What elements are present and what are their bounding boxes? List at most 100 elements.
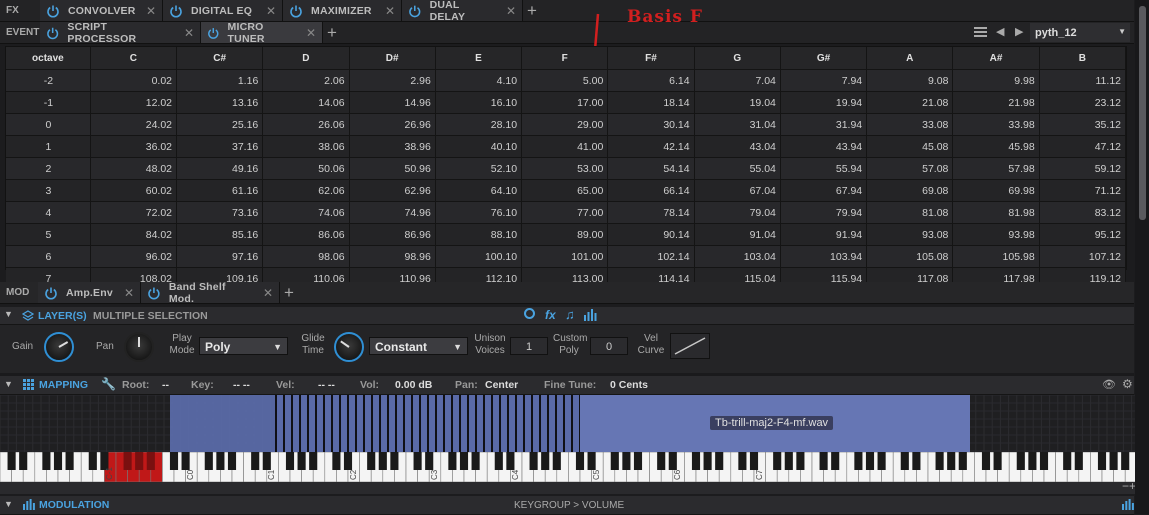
black-key[interactable] (912, 452, 921, 470)
tuning-cell[interactable]: 74.96 (349, 201, 436, 224)
black-key[interactable] (784, 452, 793, 470)
black-key[interactable] (691, 452, 701, 470)
tuning-cell[interactable]: 74.06 (262, 201, 350, 224)
black-key[interactable] (378, 452, 387, 470)
tuning-cell[interactable]: 79.94 (780, 201, 868, 224)
tuning-cell[interactable]: 41.00 (521, 135, 609, 158)
black-key[interactable] (1074, 452, 1083, 470)
black-key[interactable] (1016, 452, 1025, 470)
tuning-cell[interactable]: 54.14 (607, 157, 695, 180)
tuning-cell[interactable]: 14.96 (349, 91, 436, 114)
target-icon[interactable] (524, 308, 535, 319)
close-icon[interactable]: ✕ (263, 286, 273, 300)
black-key[interactable] (958, 452, 967, 470)
black-key[interactable] (1097, 452, 1107, 470)
tuning-cell[interactable]: 33.08 (866, 113, 954, 136)
hamburger-icon[interactable] (974, 26, 987, 38)
black-key[interactable] (204, 452, 213, 470)
black-key[interactable] (575, 452, 585, 470)
black-key[interactable] (738, 452, 747, 470)
black-key[interactable] (610, 452, 619, 470)
close-icon[interactable]: ✕ (184, 26, 194, 40)
tab-dual-delay[interactable]: DUAL DELAY ✕ (402, 0, 523, 23)
tuning-cell[interactable]: 49.16 (176, 157, 264, 180)
wrench-icon[interactable]: 🔧 (101, 377, 116, 391)
black-key[interactable] (633, 452, 643, 470)
tuning-cell[interactable]: 35.12 (1039, 113, 1127, 136)
tuning-cell[interactable]: 36.02 (90, 135, 178, 158)
black-key[interactable] (1063, 452, 1072, 470)
tuning-cell[interactable]: 31.94 (780, 113, 868, 136)
black-key[interactable] (854, 452, 863, 470)
tuning-cell[interactable]: 25.16 (176, 113, 264, 136)
collapse-icon[interactable]: ▼ (4, 379, 13, 389)
power-icon[interactable] (289, 4, 303, 18)
bars-icon[interactable] (1122, 499, 1134, 510)
tuning-cell[interactable]: 11.12 (1039, 69, 1127, 92)
add-event-button[interactable]: + (327, 22, 337, 43)
tuning-cell[interactable]: 81.98 (952, 201, 1040, 224)
tuning-cell[interactable]: 55.94 (780, 157, 868, 180)
tuning-cell[interactable]: 100.10 (435, 245, 523, 268)
preset-selector[interactable]: pyth_12 ▼ (1030, 23, 1130, 42)
add-fx-button[interactable]: + (527, 0, 537, 21)
vol-value[interactable]: 0.00 dB (395, 379, 432, 391)
tab-band-shelf-mod[interactable]: Band Shelf Mod. ✕ (141, 281, 280, 305)
tuning-cell[interactable]: 91.04 (694, 223, 781, 246)
black-key[interactable] (471, 452, 480, 470)
tuning-cell[interactable]: 28.10 (435, 113, 523, 136)
close-icon[interactable]: ✕ (385, 4, 395, 18)
play-mode-dropdown[interactable]: Poly ▼ (199, 337, 288, 355)
black-key[interactable] (448, 452, 457, 470)
black-key[interactable] (657, 452, 666, 470)
black-key[interactable] (703, 452, 712, 470)
black-key[interactable] (981, 452, 991, 470)
black-key[interactable] (7, 452, 16, 470)
tuning-cell[interactable]: 18.14 (607, 91, 695, 114)
black-key[interactable] (715, 452, 724, 470)
finetune-value[interactable]: 0 Cents (610, 379, 648, 391)
tuning-cell[interactable]: 55.04 (694, 157, 781, 180)
tuning-cell[interactable]: 19.94 (780, 91, 868, 114)
black-key[interactable] (88, 452, 97, 470)
black-key[interactable] (459, 452, 469, 470)
tuning-cell[interactable]: 105.08 (866, 245, 954, 268)
black-key[interactable] (227, 452, 237, 470)
tab-script-processor[interactable]: SCRIPT PROCESSOR ✕ (40, 21, 201, 45)
custom-poly-field[interactable]: 0 (590, 337, 628, 355)
tuning-cell[interactable]: 101.00 (521, 245, 609, 268)
tuning-cell[interactable]: 81.08 (866, 201, 954, 224)
black-key[interactable] (831, 452, 840, 470)
tuning-cell[interactable]: 4.10 (435, 69, 523, 92)
tuning-cell[interactable]: 86.96 (349, 223, 436, 246)
pan-value[interactable]: Center (485, 379, 518, 391)
fx-icon[interactable]: fx (545, 308, 556, 322)
tuning-cell[interactable]: 86.06 (262, 223, 350, 246)
root-value[interactable]: -- (162, 379, 169, 391)
power-icon[interactable] (147, 286, 161, 300)
bars-icon[interactable] (584, 309, 597, 321)
tuning-cell[interactable]: 16.10 (435, 91, 523, 114)
tuning-cell[interactable]: 62.06 (262, 179, 350, 202)
close-icon[interactable]: ✕ (306, 26, 316, 40)
black-key[interactable] (494, 452, 503, 470)
black-key[interactable] (309, 452, 318, 470)
tuning-cell[interactable]: 45.98 (952, 135, 1040, 158)
tuning-cell[interactable]: 53.00 (521, 157, 609, 180)
tuning-cell[interactable]: 17.00 (521, 91, 609, 114)
black-key[interactable] (413, 452, 422, 470)
glide-mode-dropdown[interactable]: Constant ▼ (369, 337, 468, 355)
black-key[interactable] (53, 452, 63, 470)
black-key[interactable] (947, 452, 956, 470)
tuning-cell[interactable]: 103.04 (694, 245, 781, 268)
settings-icon[interactable]: ⚙ (1122, 377, 1133, 391)
tuning-cell[interactable]: 107.12 (1039, 245, 1127, 268)
black-key[interactable] (65, 452, 74, 470)
tuning-cell[interactable]: 50.96 (349, 157, 436, 180)
black-key[interactable] (135, 452, 144, 470)
black-key[interactable] (668, 452, 677, 470)
black-key[interactable] (181, 452, 190, 470)
black-key[interactable] (297, 452, 306, 470)
black-key[interactable] (506, 452, 515, 470)
tab-micro-tuner[interactable]: MICRO TUNER ✕ (201, 21, 323, 45)
